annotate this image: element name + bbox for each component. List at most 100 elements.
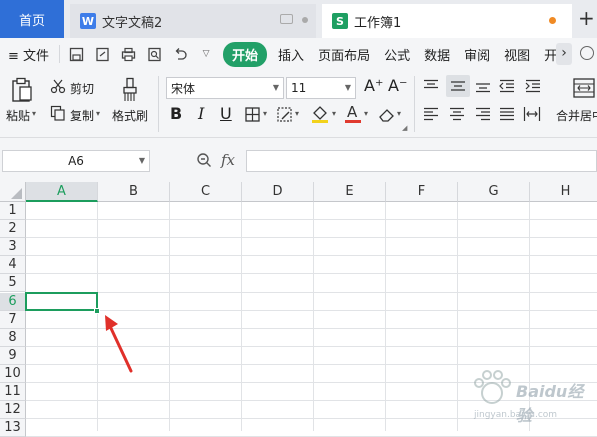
decrease-indent-icon[interactable]	[498, 78, 516, 94]
fill-color-dropdown-icon[interactable]: ▾	[332, 109, 336, 118]
eraser-icon[interactable]	[378, 106, 396, 122]
annotation-arrow-icon	[105, 315, 133, 373]
menu-home[interactable]: 开始	[223, 41, 268, 67]
row-header-6[interactable]: 6	[0, 292, 26, 311]
align-bottom-icon[interactable]	[474, 78, 492, 94]
font-color-dropdown-icon[interactable]: ▾	[364, 109, 368, 118]
chevron-down-icon: ▼	[272, 83, 279, 92]
cell-style-dropdown-icon[interactable]: ▾	[295, 109, 299, 118]
fill-color-icon[interactable]	[310, 104, 330, 124]
align-center-icon[interactable]	[448, 106, 466, 122]
increase-font-size-button[interactable]: A⁺	[364, 76, 383, 95]
column-header-g[interactable]: G	[458, 182, 530, 202]
row-header-4[interactable]: 4	[0, 256, 26, 275]
row-header-12[interactable]: 12	[0, 401, 26, 420]
cell-style-icon[interactable]	[276, 106, 292, 122]
export-pdf-icon[interactable]	[94, 46, 110, 62]
tab-document[interactable]: W 文字文稿2	[70, 4, 316, 38]
row-header-2[interactable]: 2	[0, 220, 26, 239]
paste-icon[interactable]	[8, 76, 36, 104]
underline-button[interactable]: U	[220, 104, 232, 123]
tab-document-label: 文字文稿2	[102, 15, 163, 31]
row-header-11[interactable]: 11	[0, 383, 26, 402]
print-icon[interactable]	[120, 46, 136, 62]
column-header-a[interactable]: A	[26, 182, 98, 202]
align-middle-icon[interactable]	[446, 75, 470, 97]
selected-cell[interactable]	[25, 291, 98, 311]
borders-icon[interactable]	[244, 106, 260, 122]
divider	[414, 76, 415, 132]
increase-indent-icon[interactable]	[524, 78, 542, 94]
cut-button[interactable]: 剪切	[70, 80, 94, 97]
column-header-e[interactable]: E	[314, 182, 386, 202]
paste-label[interactable]: 粘贴	[6, 107, 30, 124]
font-dialog-launcher-icon[interactable]: ◢	[402, 124, 407, 132]
bold-button[interactable]: B	[170, 104, 182, 123]
ribbon-home: 粘贴 ▾ 剪切 复制 ▾ 格式刷 宋体 ▼ 11 ▼ A⁺ A⁻ B I U ▾…	[0, 70, 597, 138]
font-name-select[interactable]: 宋体 ▼	[166, 77, 284, 99]
name-box-value: A6	[68, 154, 84, 168]
paste-dropdown-icon[interactable]: ▾	[32, 109, 36, 118]
zoom-search-icon[interactable]	[196, 152, 212, 168]
menu-review[interactable]: 审阅	[457, 45, 497, 64]
column-header-f[interactable]: F	[386, 182, 458, 202]
chevron-down-icon[interactable]: ▼	[139, 156, 145, 165]
row-header-7[interactable]: 7	[0, 310, 26, 329]
italic-button[interactable]: I	[198, 104, 204, 123]
menu-view[interactable]: 视图	[497, 45, 537, 64]
save-icon[interactable]	[68, 46, 84, 62]
divider	[59, 45, 61, 63]
menu-page-layout[interactable]: 页面布局	[311, 45, 377, 64]
new-tab-button[interactable]: +	[578, 6, 595, 30]
gridline	[26, 237, 597, 239]
print-preview-icon[interactable]	[146, 46, 162, 62]
scissors-icon[interactable]	[50, 78, 66, 94]
font-color-icon[interactable]: A	[344, 103, 362, 125]
row-header-13[interactable]: 13	[0, 419, 26, 437]
menu-formulas[interactable]: 公式	[377, 45, 417, 64]
tab-home[interactable]: 首页	[0, 0, 64, 38]
window-restore-icon[interactable]	[280, 14, 293, 24]
copy-icon[interactable]	[50, 105, 66, 121]
tab-home-label: 首页	[18, 13, 45, 29]
undo-icon[interactable]	[172, 46, 188, 62]
merge-center-button[interactable]: 合并居中	[556, 107, 597, 124]
column-header-h[interactable]: H	[530, 182, 597, 202]
row-header-8[interactable]: 8	[0, 328, 26, 347]
column-header-d[interactable]: D	[242, 182, 314, 202]
row-header-1[interactable]: 1	[0, 202, 26, 221]
row-header-10[interactable]: 10	[0, 364, 26, 383]
font-size-select[interactable]: 11 ▼	[286, 77, 356, 99]
format-painter-button[interactable]: 格式刷	[112, 107, 148, 124]
copy-button[interactable]: 复制	[70, 107, 94, 124]
align-right-icon[interactable]	[474, 106, 492, 122]
decrease-font-size-button[interactable]: A⁻	[388, 76, 407, 95]
align-top-icon[interactable]	[422, 78, 440, 94]
menu-insert[interactable]: 插入	[271, 45, 311, 64]
menu-file[interactable]: ≡ 文件	[0, 45, 56, 64]
search-icon[interactable]	[580, 46, 594, 60]
insert-function-button[interactable]: fx	[221, 151, 235, 169]
borders-dropdown-icon[interactable]: ▾	[263, 109, 267, 118]
row-header-9[interactable]: 9	[0, 346, 26, 365]
clear-dropdown-icon[interactable]: ▾	[397, 109, 401, 118]
gridline	[26, 291, 597, 293]
select-all-corner[interactable]	[0, 182, 26, 202]
quick-access-more-icon[interactable]: ▽	[198, 46, 214, 62]
row-header-5[interactable]: 5	[0, 274, 26, 293]
copy-dropdown-icon[interactable]: ▾	[96, 109, 100, 118]
distributed-align-icon[interactable]	[522, 105, 542, 123]
tab-workbook[interactable]: S 工作簿1	[322, 4, 572, 38]
name-box[interactable]: A6 ▼	[2, 150, 150, 172]
align-left-icon[interactable]	[422, 106, 440, 122]
justify-icon[interactable]	[498, 106, 516, 122]
row-header-3[interactable]: 3	[0, 238, 26, 257]
menu-data[interactable]: 数据	[417, 45, 457, 64]
column-header-c[interactable]: C	[170, 182, 242, 202]
menu-scroll-right-icon[interactable]: ›	[556, 43, 572, 65]
formula-input[interactable]	[246, 150, 597, 172]
format-painter-icon[interactable]	[118, 76, 142, 104]
merge-center-icon[interactable]	[573, 76, 595, 100]
font-size-value: 11	[291, 81, 307, 95]
column-header-b[interactable]: B	[98, 182, 170, 202]
